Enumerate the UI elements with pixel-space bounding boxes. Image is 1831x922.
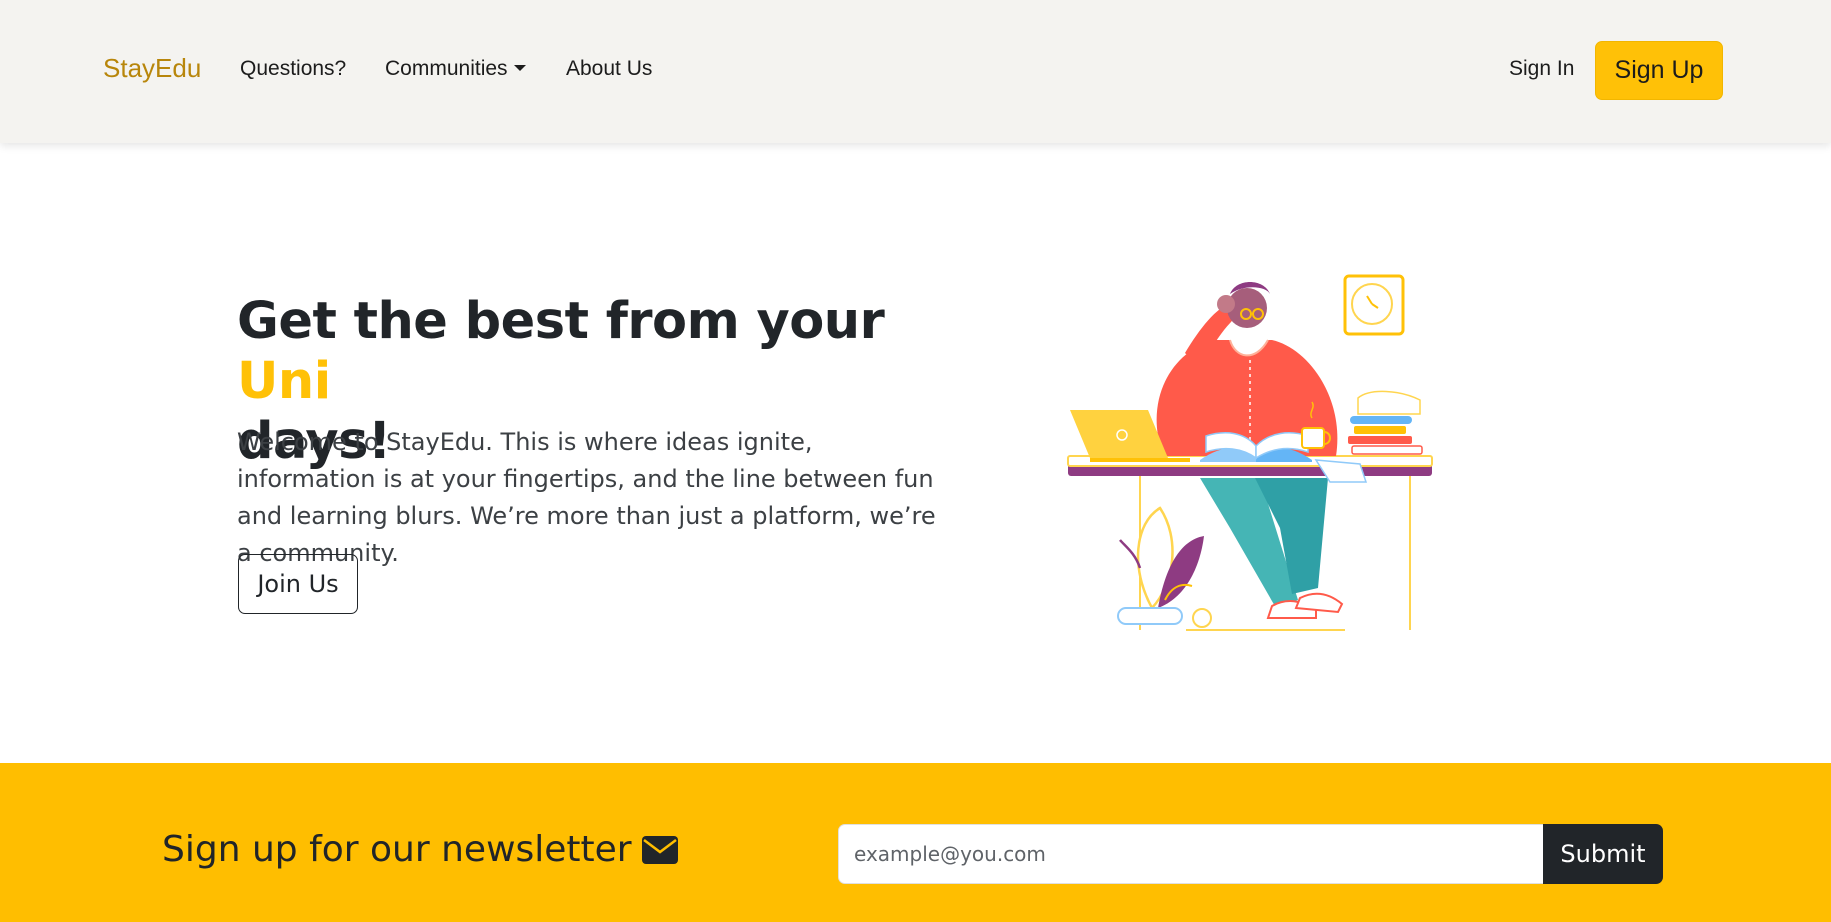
clock-icon (1343, 274, 1405, 336)
hero-title-part1: Get the best from your (237, 292, 885, 351)
hero-title-highlight: Uni (237, 352, 331, 411)
navbar: StayEdu Questions? Communities About Us … (0, 0, 1831, 143)
sign-in-link[interactable]: Sign In (1509, 57, 1574, 81)
newsletter-section: Sign up for our newsletter Submit (0, 763, 1831, 922)
caret-down-icon (513, 65, 526, 71)
nav-dropdown-communities[interactable]: Communities (385, 57, 526, 81)
brand-logo-link[interactable]: StayEdu (103, 53, 201, 84)
newsletter-email-input[interactable] (838, 824, 1544, 884)
sign-up-button[interactable]: Sign Up (1595, 41, 1723, 100)
newsletter-title-text: Sign up for our newsletter (162, 829, 632, 870)
book-stack-icon (1348, 390, 1423, 455)
newsletter-submit-button[interactable]: Submit (1543, 824, 1663, 884)
nav-link-about-us[interactable]: About Us (566, 57, 652, 81)
hero-description: Welcome to StayEdu. This is where ideas … (237, 428, 936, 567)
newsletter-title: Sign up for our newsletter (162, 829, 678, 870)
envelope-icon (641, 835, 678, 864)
nav-link-communities-label: Communities (385, 57, 508, 80)
join-us-button[interactable]: Join Us (238, 554, 358, 614)
nav-link-questions[interactable]: Questions? (240, 57, 346, 81)
student-at-desk-illustration (1067, 274, 1433, 631)
plant-icon (1117, 506, 1204, 625)
